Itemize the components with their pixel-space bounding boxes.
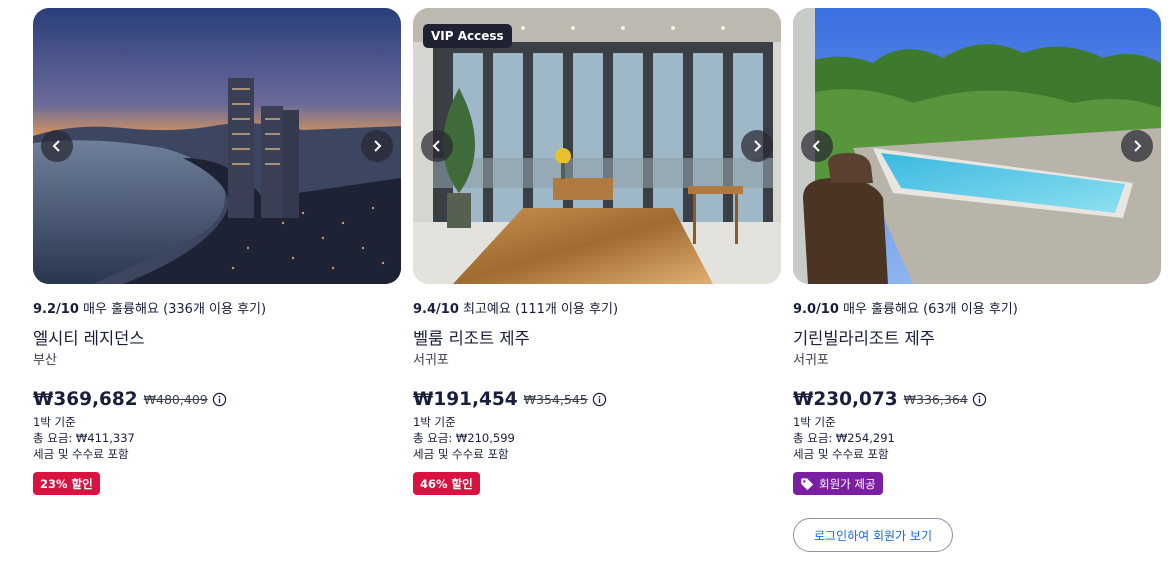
- chevron-left-icon: [812, 140, 820, 152]
- carousel-next-button[interactable]: [361, 130, 393, 162]
- carousel-prev-button[interactable]: [801, 130, 833, 162]
- property-image-carousel[interactable]: [33, 8, 401, 284]
- chevron-right-icon: [374, 140, 382, 152]
- carousel-prev-button[interactable]: [421, 130, 453, 162]
- review-count: (111개 이용 후기): [515, 302, 619, 317]
- property-location: 부산: [33, 353, 57, 368]
- property-image-carousel[interactable]: [793, 8, 1161, 284]
- total-price: 총 요금: ₩210,599: [413, 431, 515, 445]
- vip-access-badge: VIP Access: [423, 24, 512, 48]
- property-image-carousel[interactable]: VIP Access: [413, 8, 781, 284]
- price-row: ₩230,073 ₩336,364: [793, 387, 1161, 411]
- review-score: 9.2/10: [33, 302, 79, 317]
- review-count: (336개 이용 후기): [163, 302, 267, 317]
- review-count: (63개 이용 후기): [923, 302, 1018, 317]
- total-price: 총 요금: ₩254,291: [793, 431, 895, 445]
- review-rating-text: 최고예요: [463, 302, 511, 317]
- info-icon[interactable]: [212, 392, 227, 407]
- original-price: ₩354,545: [523, 391, 588, 407]
- discount-badge: 23% 할인: [33, 472, 100, 495]
- chevron-left-icon: [52, 140, 60, 152]
- property-card[interactable]: VIP Access 9.4/10 최고예요 (111개 이용 후기) 벨룸 리…: [413, 8, 781, 495]
- original-price: ₩336,364: [903, 391, 968, 407]
- per-night-label: 1박 기준: [413, 415, 456, 429]
- review-rating-text: 매우 훌륭해요: [83, 302, 159, 317]
- price-row: ₩369,682 ₩480,409: [33, 387, 401, 411]
- per-night-label: 1박 기준: [793, 415, 836, 429]
- property-name[interactable]: 기린빌라리조트 제주: [793, 328, 1161, 350]
- current-price: ₩230,073: [793, 388, 898, 410]
- member-price-badge: 회원가 제공: [793, 472, 883, 495]
- discount-badge: 46% 할인: [413, 472, 480, 495]
- tag-icon: [801, 477, 814, 490]
- current-price: ₩191,454: [413, 388, 518, 410]
- chevron-right-icon: [754, 140, 762, 152]
- total-price: 총 요금: ₩411,337: [33, 431, 135, 445]
- review-rating: 9.4/10 최고예요 (111개 이용 후기): [413, 301, 781, 319]
- taxes-note: 세금 및 수수료 포함: [33, 447, 129, 461]
- property-card[interactable]: 9.0/10 매우 훌륭해요 (63개 이용 후기) 기린빌라리조트 제주 서귀…: [793, 8, 1161, 552]
- info-icon[interactable]: [972, 392, 987, 407]
- taxes-note: 세금 및 수수료 포함: [793, 447, 889, 461]
- review-rating: 9.2/10 매우 훌륭해요 (336개 이용 후기): [33, 301, 401, 319]
- current-price: ₩369,682: [33, 388, 138, 410]
- review-rating: 9.0/10 매우 훌륭해요 (63개 이용 후기): [793, 301, 1161, 319]
- review-rating-text: 매우 훌륭해요: [843, 302, 919, 317]
- member-price-label: 회원가 제공: [819, 476, 876, 491]
- info-icon[interactable]: [592, 392, 607, 407]
- property-name[interactable]: 엘시티 레지던스: [33, 328, 401, 350]
- review-score: 9.0/10: [793, 302, 839, 317]
- login-for-member-price-button[interactable]: 로그인하여 회원가 보기: [793, 518, 953, 552]
- price-row: ₩191,454 ₩354,545: [413, 387, 781, 411]
- property-card[interactable]: 9.2/10 매우 훌륭해요 (336개 이용 후기) 엘시티 레지던스 부산 …: [33, 8, 401, 495]
- property-photo: [793, 8, 1161, 284]
- property-name[interactable]: 벨룸 리조트 제주: [413, 328, 781, 350]
- per-night-label: 1박 기준: [33, 415, 76, 429]
- review-score: 9.4/10: [413, 302, 459, 317]
- property-photo: [413, 8, 781, 284]
- property-location: 서귀포: [793, 353, 829, 368]
- chevron-right-icon: [1134, 140, 1142, 152]
- original-price: ₩480,409: [143, 391, 208, 407]
- carousel-next-button[interactable]: [1121, 130, 1153, 162]
- carousel-next-button[interactable]: [741, 130, 773, 162]
- chevron-left-icon: [432, 140, 440, 152]
- property-photo: [33, 8, 401, 284]
- property-location: 서귀포: [413, 353, 449, 368]
- carousel-prev-button[interactable]: [41, 130, 73, 162]
- taxes-note: 세금 및 수수료 포함: [413, 447, 509, 461]
